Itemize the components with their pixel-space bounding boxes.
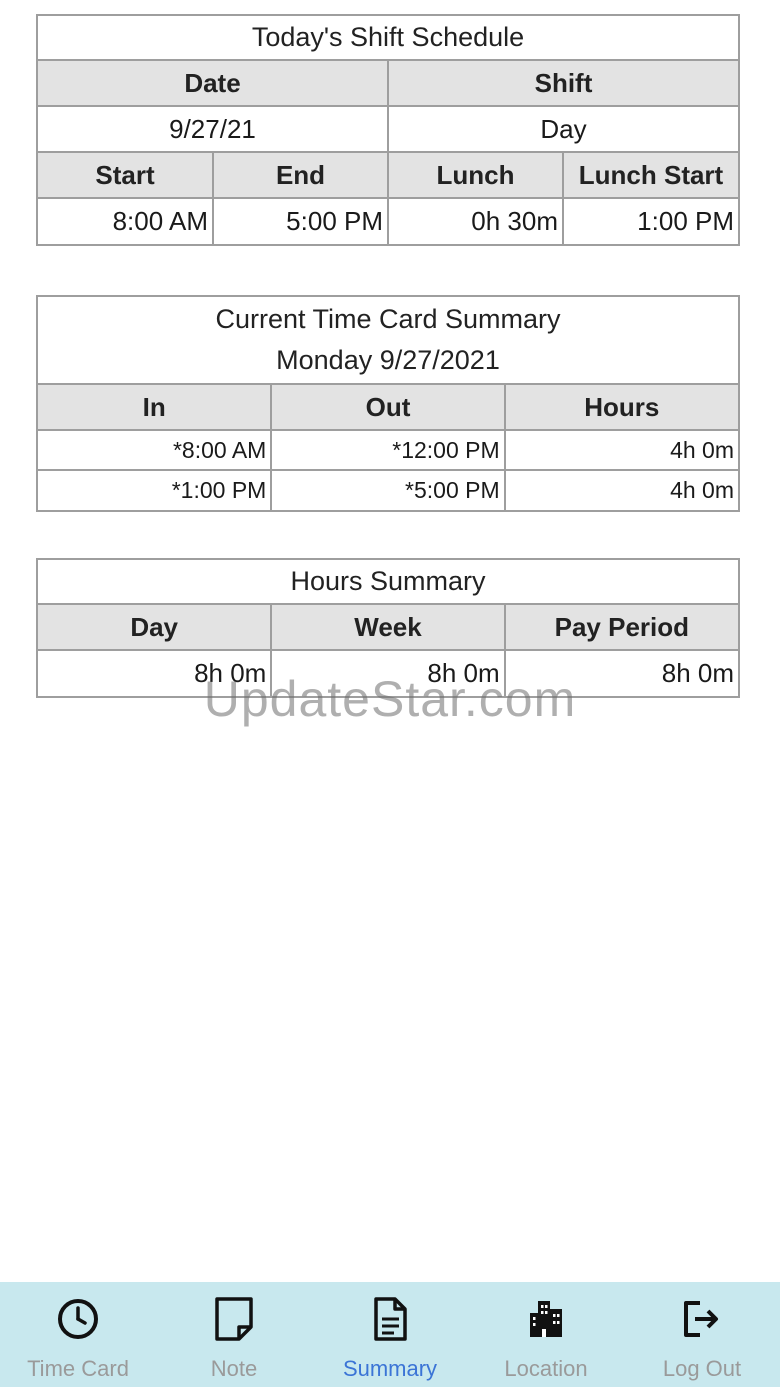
table-row: *1:00 PM *5:00 PM 4h 0m [38,469,738,510]
punch-in-value: *8:00 AM [38,429,273,471]
shift-schedule-title: Today's Shift Schedule [38,16,738,61]
nav-summary-label: Summary [342,1356,438,1381]
pay-period-hours-value: 8h 0m [503,649,738,696]
date-header: Date [38,59,389,107]
hours-value: 4h 0m [503,469,738,510]
hours-summary-table: Hours Summary Day Week Pay Period 8h 0m … [38,560,738,696]
lunch-value: 0h 30m [387,197,564,244]
table-row: *8:00 AM *12:00 PM 4h 0m [38,429,738,471]
logout-icon [678,1294,726,1344]
nav-time-card[interactable]: Time Card [0,1282,156,1387]
clock-icon [54,1294,102,1344]
date-value: 9/27/21 [38,105,389,153]
bottom-navigation: Time Card Note Summary Location Log Out [0,1282,780,1387]
nav-time-card-label: Time Card [27,1356,129,1381]
note-icon [210,1294,258,1344]
time-card-table: Current Time Card Summary Monday 9/27/20… [38,297,738,510]
day-hours-value: 8h 0m [38,649,273,696]
in-header: In [38,383,273,431]
week-hours-value: 8h 0m [270,649,506,696]
building-icon [522,1294,570,1344]
shift-schedule-card: Today's Shift Schedule Date Shift 9/27/2… [36,14,740,246]
end-header: End [212,151,389,199]
nav-log-out-label: Log Out [662,1356,742,1381]
nav-note-label: Note [210,1356,258,1381]
nav-location[interactable]: Location [468,1282,624,1387]
start-value: 8:00 AM [38,197,214,244]
lunch-header: Lunch [387,151,564,199]
hours-value: 4h 0m [503,429,738,471]
hours-summary-card: Hours Summary Day Week Pay Period 8h 0m … [36,558,740,698]
shift-schedule-table: Today's Shift Schedule Date Shift 9/27/2… [38,16,738,244]
shift-header: Shift [387,59,738,107]
day-header: Day [38,603,273,651]
lunch-start-header: Lunch Start [562,151,738,199]
punch-in-value: *1:00 PM [38,469,273,510]
lunch-start-value: 1:00 PM [562,197,738,244]
nav-note[interactable]: Note [156,1282,312,1387]
punch-out-value: *5:00 PM [270,469,506,510]
nav-summary[interactable]: Summary [312,1282,468,1387]
shift-value: Day [387,105,738,153]
punch-out-value: *12:00 PM [270,429,506,471]
nav-log-out[interactable]: Log Out [624,1282,780,1387]
nav-location-label: Location [504,1356,588,1381]
time-card-summary-card: Current Time Card Summary Monday 9/27/20… [36,295,740,512]
week-header: Week [270,603,506,651]
document-icon [366,1294,414,1344]
hours-header: Hours [503,383,738,431]
time-card-title: Current Time Card Summary [215,304,561,334]
time-card-date: Monday 9/27/2021 [276,345,500,375]
end-value: 5:00 PM [212,197,389,244]
start-header: Start [38,151,214,199]
time-card-title-cell: Current Time Card Summary Monday 9/27/20… [38,297,738,385]
hours-summary-title: Hours Summary [38,560,738,605]
out-header: Out [270,383,506,431]
pay-period-header: Pay Period [503,603,738,651]
